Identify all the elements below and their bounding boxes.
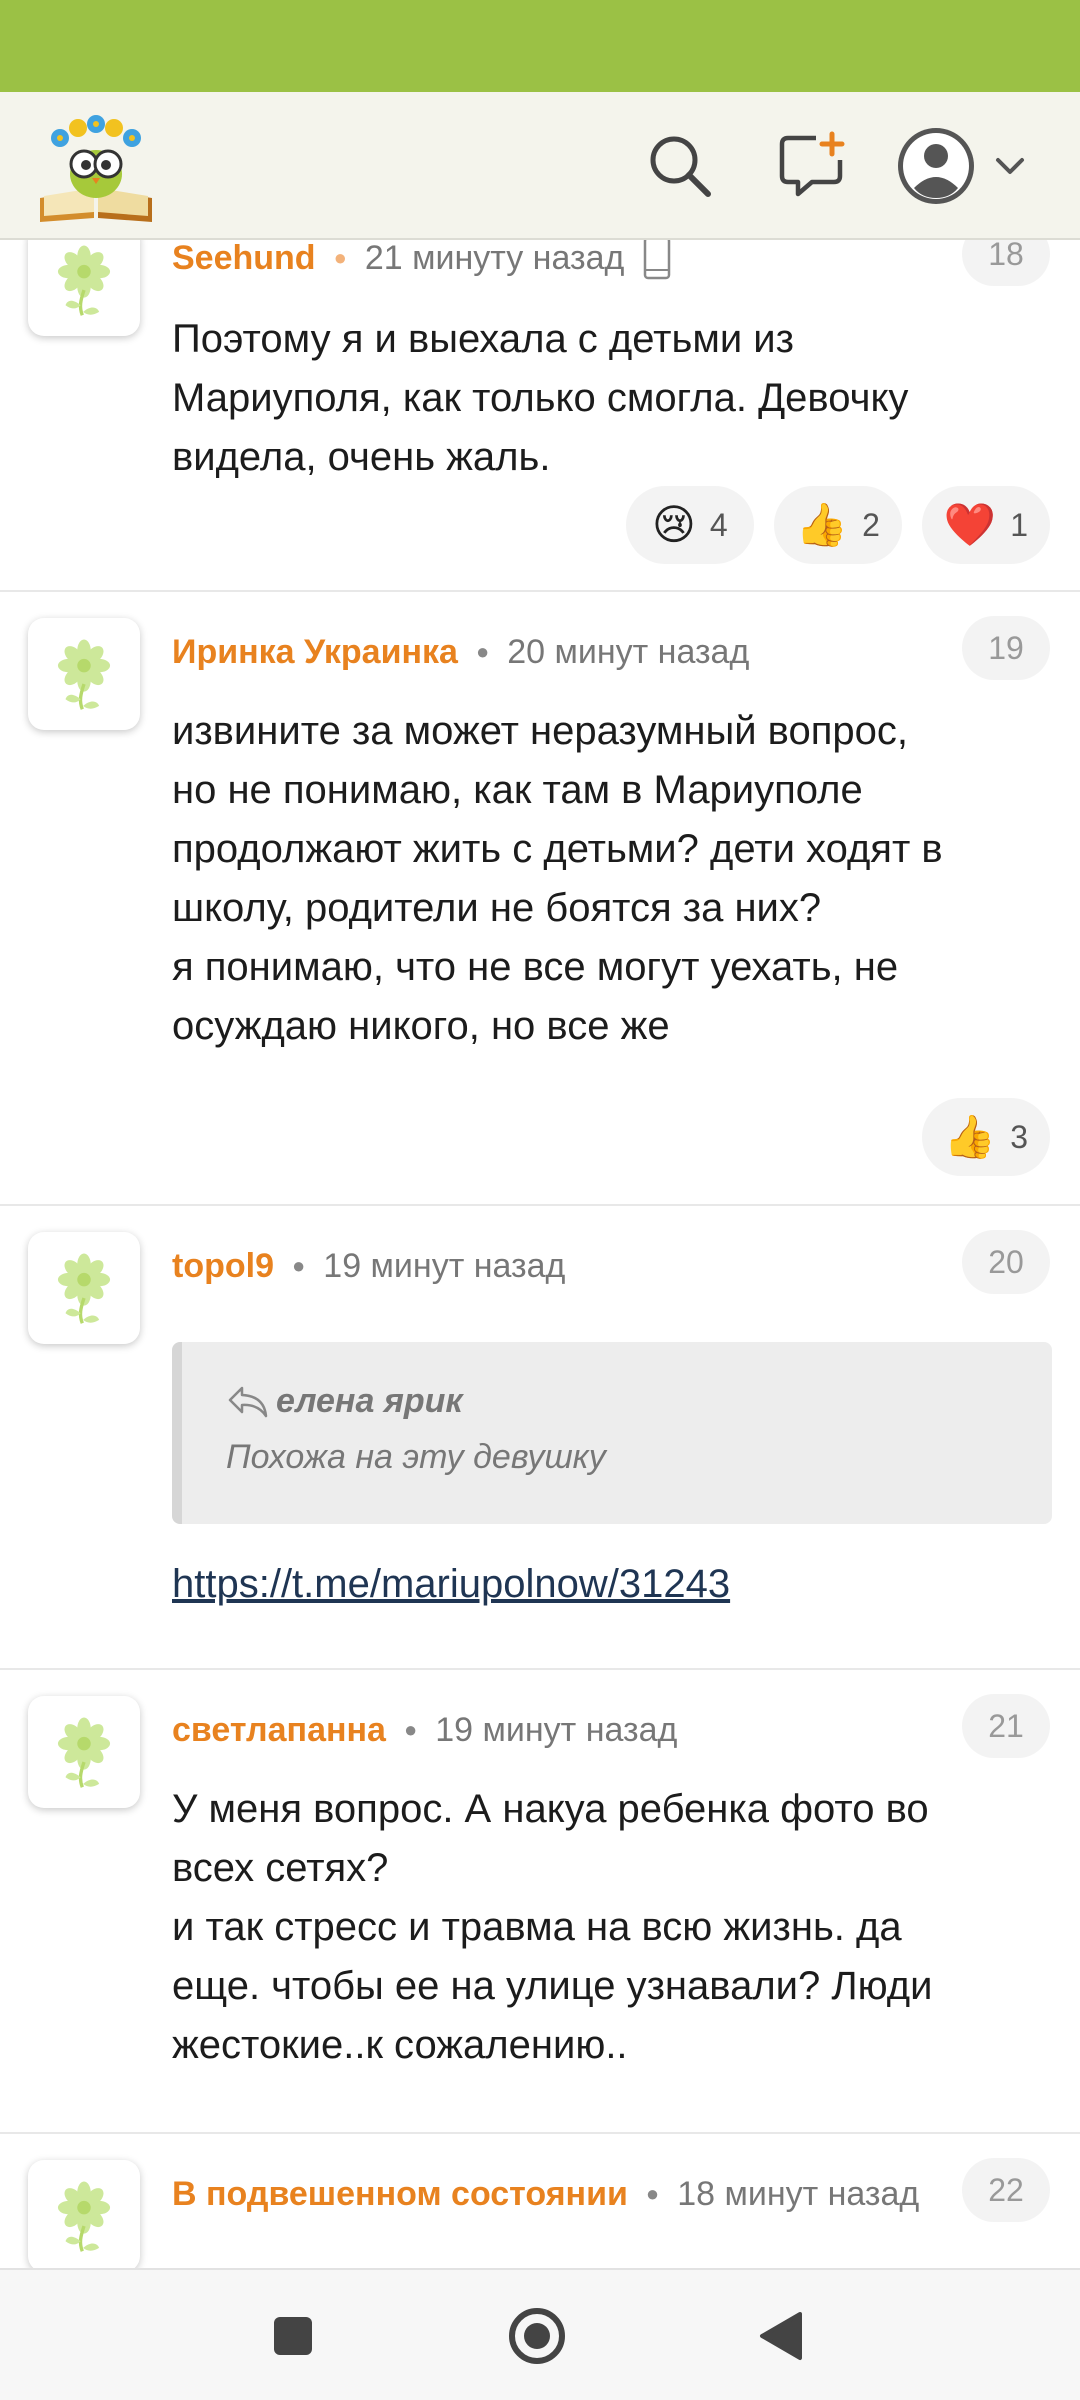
comment-text: извините за может неразумный вопрос, но …: [172, 709, 943, 1048]
avatar[interactable]: [28, 618, 140, 730]
app-header: [0, 92, 1080, 240]
separator-dot: ●: [291, 1253, 306, 1278]
comment: Иринка Украинка ● 20 минут назад 19 изви…: [0, 592, 1080, 1206]
comment-meta: светлапанна ● 19 минут назад: [172, 1700, 677, 1760]
quote-block[interactable]: елена ярик Похожа на эту девушку: [172, 1342, 1052, 1524]
reaction-count: 4: [709, 506, 728, 543]
avatar[interactable]: [28, 1232, 140, 1344]
quote-text: Похожа на эту девушку: [226, 1438, 606, 1476]
thumbs-up-icon: 👍: [943, 1113, 997, 1160]
comment-number[interactable]: 18: [962, 240, 1050, 286]
system-nav-bar: [0, 2268, 1080, 2400]
reply-arrow-icon: [228, 1386, 268, 1417]
author-name[interactable]: Seehund: [172, 240, 316, 278]
comment-time: 21 минуту назад: [364, 240, 625, 277]
reaction-thumbs-up[interactable]: 👍 3: [921, 1098, 1050, 1176]
comment: Seehund ● 21 минуту назад 18 Поэтому я и…: [0, 240, 1080, 592]
reaction-count: 3: [1010, 1118, 1028, 1155]
home-circle-icon[interactable]: [502, 2304, 572, 2368]
comment-meta: topol9 ● 19 минут назад: [172, 1236, 565, 1296]
reactions: 👍 3: [921, 1098, 1050, 1176]
comment-text: У меня вопрос. А накуа ребенка фото во в…: [172, 1787, 933, 2067]
reaction-heart[interactable]: ❤️ 1: [921, 486, 1050, 564]
comment-meta: Seehund ● 21 минуту назад: [172, 240, 672, 288]
separator-dot: ●: [475, 639, 490, 664]
author-name[interactable]: topol9: [172, 1247, 274, 1286]
avatar[interactable]: [28, 240, 140, 336]
comment: topol9 ● 19 минут назад 20 елена ярик По…: [0, 1206, 1080, 1670]
separator-dot: ●: [403, 1717, 418, 1742]
comment-link[interactable]: https://t.me/mariupolnow/31243: [172, 1562, 730, 1607]
comment-number[interactable]: 22: [962, 2158, 1050, 2222]
quote-author: елена ярик: [276, 1382, 463, 1420]
reactions: 😢 4 👍 2 ❤️ 1: [625, 486, 1050, 564]
chevron-down-icon: [996, 158, 1024, 174]
crying-face-icon: 😢: [652, 501, 696, 548]
comment: светлапанна ● 19 минут назад 21 У меня в…: [0, 1670, 1080, 2134]
search-icon[interactable]: [638, 124, 722, 208]
recents-square-icon[interactable]: [258, 2304, 328, 2368]
author-name[interactable]: В подвешенном состоянии: [172, 2175, 628, 2214]
status-bar: [0, 0, 1080, 92]
comment-text: Поэтому я и выехала с детьми из Мариупол…: [172, 317, 909, 479]
user-avatar-icon: [898, 128, 974, 204]
comment-time: 19 минут назад: [323, 1246, 566, 1285]
new-post-icon[interactable]: [770, 124, 854, 208]
comment-time: 20 минут назад: [507, 632, 750, 671]
comment-number[interactable]: 19: [962, 616, 1050, 680]
heart-icon: ❤️: [943, 501, 997, 548]
author-name[interactable]: Иринка Украинка: [172, 633, 458, 672]
reaction-count: 2: [862, 506, 880, 543]
user-menu-button[interactable]: [896, 118, 1046, 214]
reaction-thumbs-up[interactable]: 👍 2: [773, 486, 902, 564]
separator-dot: ●: [645, 2181, 660, 2206]
comment-number[interactable]: 21: [962, 1694, 1050, 1758]
comment-time: 19 минут назад: [435, 1710, 678, 1749]
comment-time: 18 минут назад: [677, 2174, 920, 2213]
quote-author-row: елена ярик: [226, 1382, 463, 1421]
reaction-count: 1: [1010, 506, 1028, 543]
reaction-crying[interactable]: 😢 4: [625, 486, 754, 564]
comments-feed[interactable]: Seehund ● 21 минуту назад 18 Поэтому я и…: [0, 240, 1080, 2268]
avatar[interactable]: [28, 1696, 140, 1808]
separator-dot: ●: [333, 245, 347, 270]
back-triangle-icon[interactable]: [746, 2304, 816, 2368]
reading-owl-logo[interactable]: [34, 112, 158, 224]
mobile-device-icon: [642, 240, 672, 280]
thumbs-up-icon: 👍: [795, 501, 849, 548]
comment-number[interactable]: 20: [962, 1230, 1050, 1294]
comment-meta: Иринка Украинка ● 20 минут назад: [172, 622, 749, 682]
comment: В подвешенном состоянии ● 18 минут назад…: [0, 2134, 1080, 2268]
avatar[interactable]: [28, 2160, 140, 2268]
comment-meta: В подвешенном состоянии ● 18 минут назад: [172, 2164, 932, 2224]
author-name[interactable]: светлапанна: [172, 1711, 386, 1750]
